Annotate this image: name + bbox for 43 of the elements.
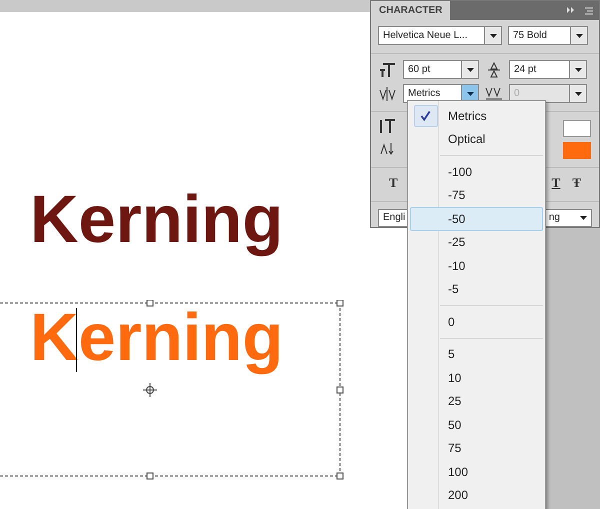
style-button[interactable]: Ŧ [572, 173, 581, 193]
vertical-scale-icon [379, 118, 397, 134]
caret-icon [574, 68, 582, 72]
menu-item[interactable]: Metrics [410, 104, 543, 128]
font-size-icon [379, 62, 397, 78]
style-button[interactable]: T [389, 173, 398, 193]
caret-icon [466, 68, 474, 72]
style-button[interactable]: T [552, 173, 560, 193]
menu-item[interactable]: 10 [410, 366, 543, 390]
menu-item[interactable]: -25 [410, 230, 543, 254]
kerning-icon [379, 86, 397, 102]
menu-item[interactable]: 0 [410, 310, 543, 334]
caret-icon [580, 216, 587, 220]
menu-item[interactable]: 100 [410, 460, 543, 484]
menu-item[interactable]: -50 [410, 207, 543, 230]
menu-item[interactable]: 5 [410, 342, 543, 366]
menu-item[interactable]: -100 [410, 160, 543, 184]
menu-item[interactable]: -5 [410, 278, 543, 301]
leading-icon [485, 62, 503, 78]
input-field[interactable] [563, 120, 591, 138]
language-text: Engli [383, 211, 406, 226]
caret-icon [490, 34, 496, 38]
menu-item[interactable]: -10 [410, 254, 543, 278]
menu-item[interactable]: Optical [410, 128, 543, 151]
menu-item[interactable]: 25 [410, 390, 543, 413]
menu-item[interactable]: 75 [410, 436, 543, 460]
font-family-dropdown[interactable]: Helvetica Neue L... [378, 26, 502, 46]
caret-icon [574, 92, 582, 96]
panel-tab[interactable]: CHARACTER [371, 1, 450, 20]
color-swatch[interactable] [563, 142, 591, 160]
leading-field[interactable]: 24 pt [509, 60, 587, 80]
menu-item[interactable]: 50 [410, 413, 543, 436]
kerning-text: Kerning [30, 182, 284, 257]
language-text: ng [548, 211, 560, 226]
menu-item[interactable]: 200 [410, 484, 543, 507]
font-style-dropdown[interactable]: 75 Bold [508, 26, 588, 46]
tracking-icon [485, 86, 503, 102]
caret-icon [576, 34, 582, 38]
menu-item[interactable]: -75 [410, 184, 543, 207]
caret-icon [466, 92, 474, 96]
font-size-field[interactable]: 60 pt [403, 60, 479, 80]
checkmark-icon [414, 104, 438, 127]
panel-menu-icon[interactable] [565, 4, 595, 16]
